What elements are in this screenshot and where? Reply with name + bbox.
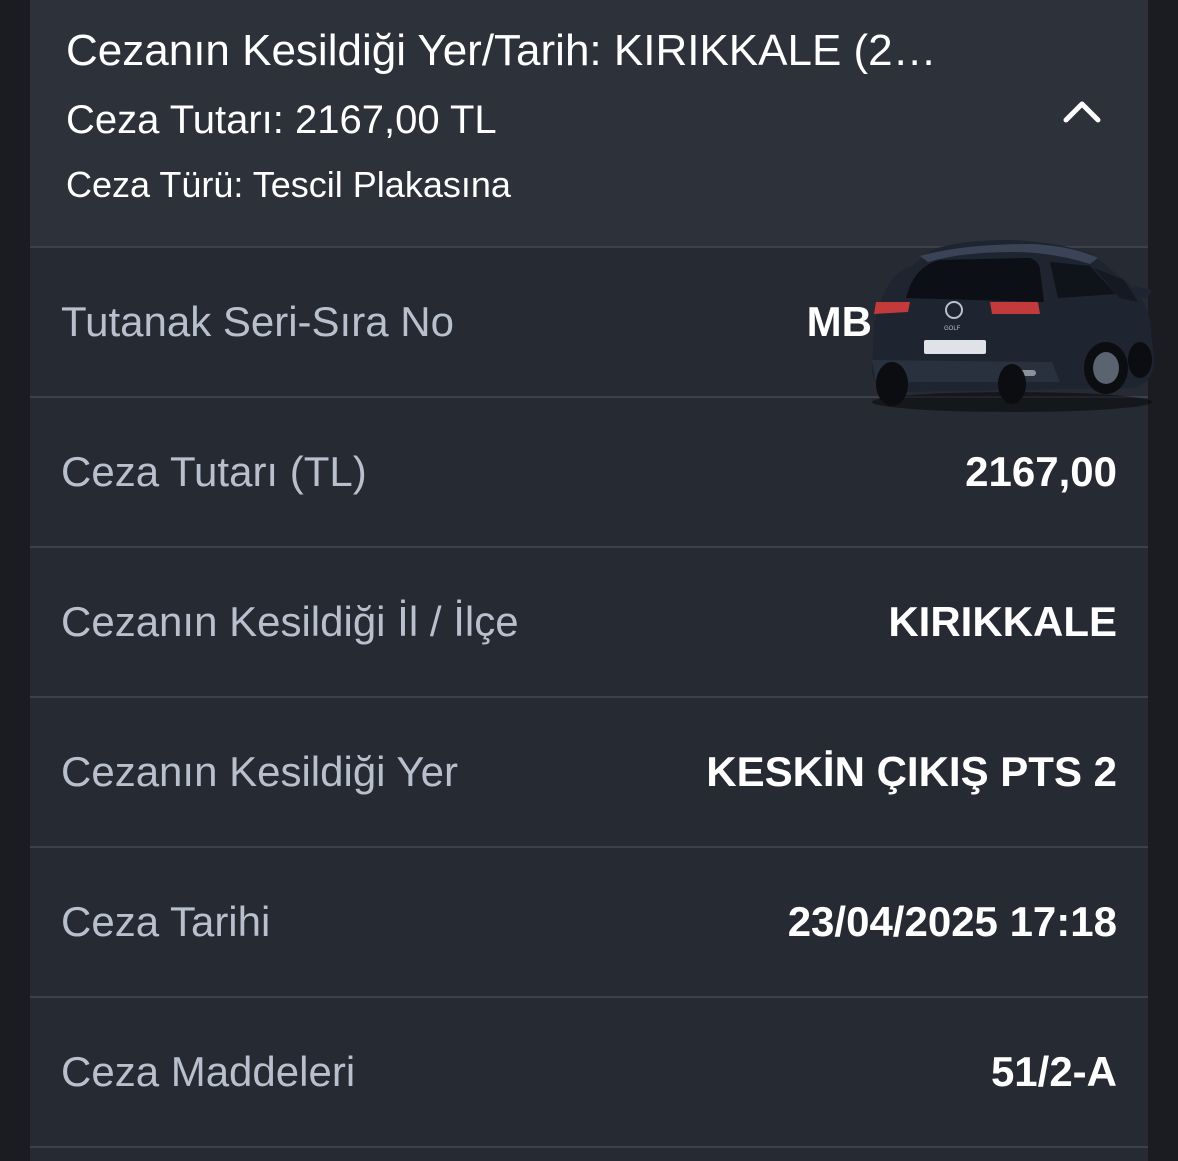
row-label: Tutanak Seri-Sıra No <box>61 298 454 345</box>
fine-type-summary: Ceza Türü: Tescil Plakasına <box>66 164 511 205</box>
row-label: Ceza Tutarı (TL) <box>61 448 367 495</box>
fine-detail-panel: Cezanın Kesildiği Yer/Tarih: KIRIKKALE (… <box>30 0 1148 1161</box>
car-badge-text: GOLF <box>944 326 961 332</box>
car-image: GOLF <box>872 240 1154 412</box>
row-value: KIRIKKALE <box>888 598 1117 645</box>
row-fine-amount: Ceza Tutarı (TL) 2167,00 <box>30 398 1148 548</box>
fine-place-date-title: Cezanın Kesildiği Yer/Tarih: KIRIKKALE (… <box>66 26 937 75</box>
fine-summary-header[interactable]: Cezanın Kesildiği Yer/Tarih: KIRIKKALE (… <box>30 0 1148 248</box>
chevron-up-icon[interactable] <box>1060 90 1104 130</box>
row-value: 51/2-A <box>990 1048 1117 1095</box>
row-label: Cezanın Kesildiği İl / İlçe <box>61 598 519 645</box>
row-value: 23/04/2025 17:18 <box>787 898 1117 945</box>
row-label: Ceza Maddeleri <box>61 1048 356 1095</box>
row-value: 2167,00 <box>965 448 1117 495</box>
row-fine-location: Cezanın Kesildiği Yer KESKİN ÇIKIŞ PTS 2 <box>30 698 1148 848</box>
row-fine-articles: Ceza Maddeleri 51/2-A <box>30 998 1148 1148</box>
row-fine-date: Ceza Tarihi 23/04/2025 17:18 <box>30 848 1148 998</box>
row-label: Cezanın Kesildiği Yer <box>61 748 458 795</box>
row-label: Ceza Tarihi <box>61 898 271 945</box>
row-value: KESKİN ÇIKIŞ PTS 2 <box>706 748 1117 795</box>
fine-amount-summary: Ceza Tutarı: 2167,00 TL <box>66 98 497 142</box>
row-province-district: Cezanın Kesildiği İl / İlçe KIRIKKALE <box>30 548 1148 698</box>
